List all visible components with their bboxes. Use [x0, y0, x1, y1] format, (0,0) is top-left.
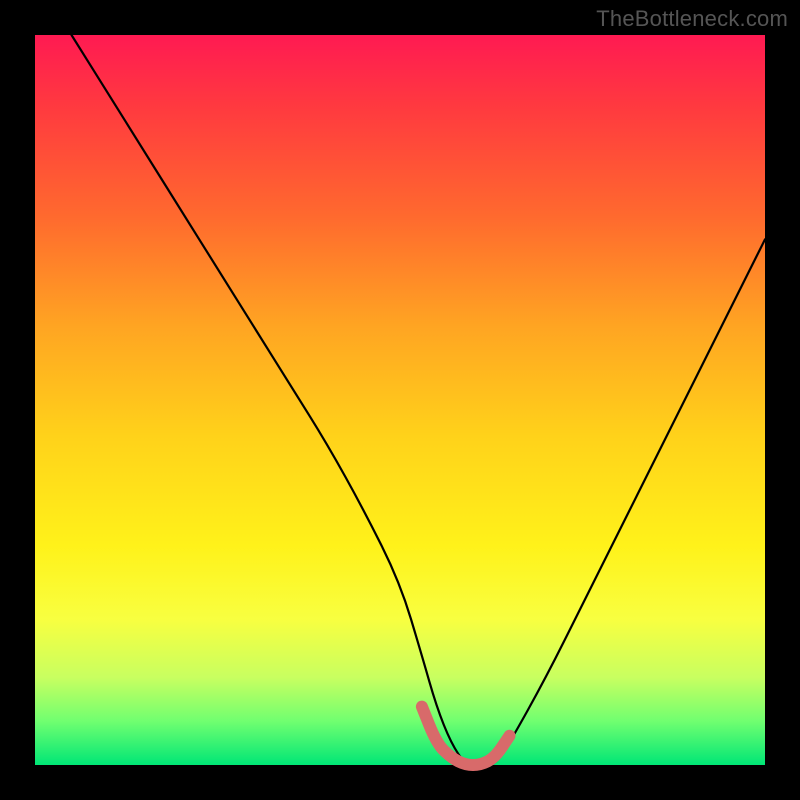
flat-bottom-highlight [422, 707, 510, 765]
watermark-label: TheBottleneck.com [596, 6, 788, 32]
chart-frame: TheBottleneck.com [0, 0, 800, 800]
bottleneck-curve [72, 35, 766, 765]
curve-svg [35, 35, 765, 765]
plot-area [35, 35, 765, 765]
